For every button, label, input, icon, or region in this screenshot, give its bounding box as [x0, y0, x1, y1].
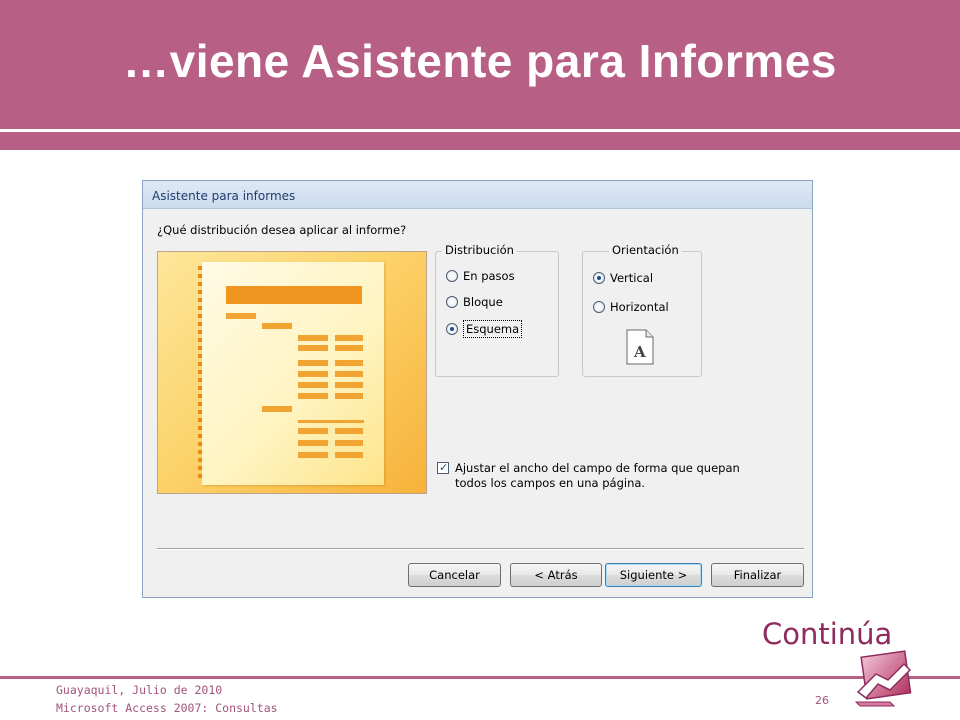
back-button[interactable]: < Atrás: [510, 563, 602, 587]
dialog-body: ¿Qué distribución desea aplicar al infor…: [147, 209, 808, 593]
radio-button[interactable]: [446, 270, 458, 282]
radio-vertical[interactable]: Vertical: [593, 269, 653, 287]
preview-field-bar: [335, 360, 363, 366]
layout-question: ¿Qué distribución desea aplicar al infor…: [157, 223, 407, 237]
access-logo-icon: [854, 650, 912, 707]
preview-field-bar: [298, 335, 328, 341]
cancel-button[interactable]: Cancelar: [408, 563, 501, 587]
preview-field-bar: [298, 360, 328, 366]
radio-esquema[interactable]: Esquema: [446, 320, 523, 338]
radio-button[interactable]: [593, 301, 605, 313]
radio-label: Bloque: [463, 295, 503, 309]
slide-title: …viene Asistente para Informes: [123, 35, 837, 87]
dialog-separator: [157, 548, 804, 550]
dialog-title: Asistente para informes: [152, 189, 296, 203]
footer-course: Microsoft Access 2007: Consultas: [56, 701, 278, 715]
preview-field-bar: [335, 440, 363, 446]
preview-field-bar: [335, 393, 363, 399]
radio-button[interactable]: [446, 296, 458, 308]
preview-field-bar: [335, 428, 363, 434]
preview-field-bar: [298, 382, 328, 388]
footer-date: Guayaquil, Julio de 2010: [56, 683, 223, 697]
preview-field-bar: [335, 452, 363, 458]
radio-label: Vertical: [610, 271, 654, 285]
orientation-group: Orientación Vertical Horizontal A: [582, 243, 702, 377]
preview-field-bar: [298, 428, 328, 434]
preview-rule: [298, 420, 364, 423]
preview-field-bar: [298, 371, 328, 377]
radio-label: Horizontal: [610, 300, 669, 314]
preview-field-bar: [298, 345, 328, 351]
adjust-width-label: Ajustar el ancho del campo de forma que …: [455, 461, 740, 490]
distribution-group: Distribución En pasos Bloque Esquema: [435, 243, 559, 377]
preview-field-bar: [335, 345, 363, 351]
footer-line: [0, 676, 960, 679]
finish-button[interactable]: Finalizar: [711, 563, 804, 587]
adjust-width-checkbox[interactable]: [437, 460, 449, 475]
preview-field-bar: [335, 335, 363, 341]
dialog-titlebar[interactable]: Asistente para informes: [143, 181, 812, 209]
radio-button-selected[interactable]: [593, 272, 605, 284]
preview-title-bar: [226, 286, 362, 304]
page-icon-letter: A: [633, 343, 646, 361]
preview-field-bar: [298, 393, 328, 399]
preview-group-bar: [262, 406, 292, 412]
radio-label: En pasos: [463, 269, 515, 283]
radio-button-selected[interactable]: [446, 323, 458, 335]
preview-group-bar: [262, 323, 292, 329]
preview-group-bar: [226, 313, 256, 319]
page-number: 26: [815, 694, 829, 707]
distribution-legend: Distribución: [442, 243, 517, 257]
preview-field-bar: [335, 371, 363, 377]
header-stripe: [0, 132, 960, 150]
preview-field-bar: [335, 382, 363, 388]
orientation-legend: Orientación: [609, 243, 682, 257]
preview-field-bar: [298, 440, 328, 446]
radio-horizontal[interactable]: Horizontal: [593, 298, 669, 316]
radio-en-pasos[interactable]: En pasos: [446, 267, 515, 285]
report-wizard-dialog: Asistente para informes ¿Qué distribució…: [142, 180, 813, 598]
layout-preview-image: [157, 251, 427, 494]
radio-bloque[interactable]: Bloque: [446, 293, 503, 311]
radio-label: Esquema: [463, 320, 523, 338]
preview-field-bar: [298, 452, 328, 458]
portrait-page-icon: A: [626, 329, 654, 365]
preview-paper: [202, 262, 384, 485]
next-button[interactable]: Siguiente >: [605, 563, 702, 587]
